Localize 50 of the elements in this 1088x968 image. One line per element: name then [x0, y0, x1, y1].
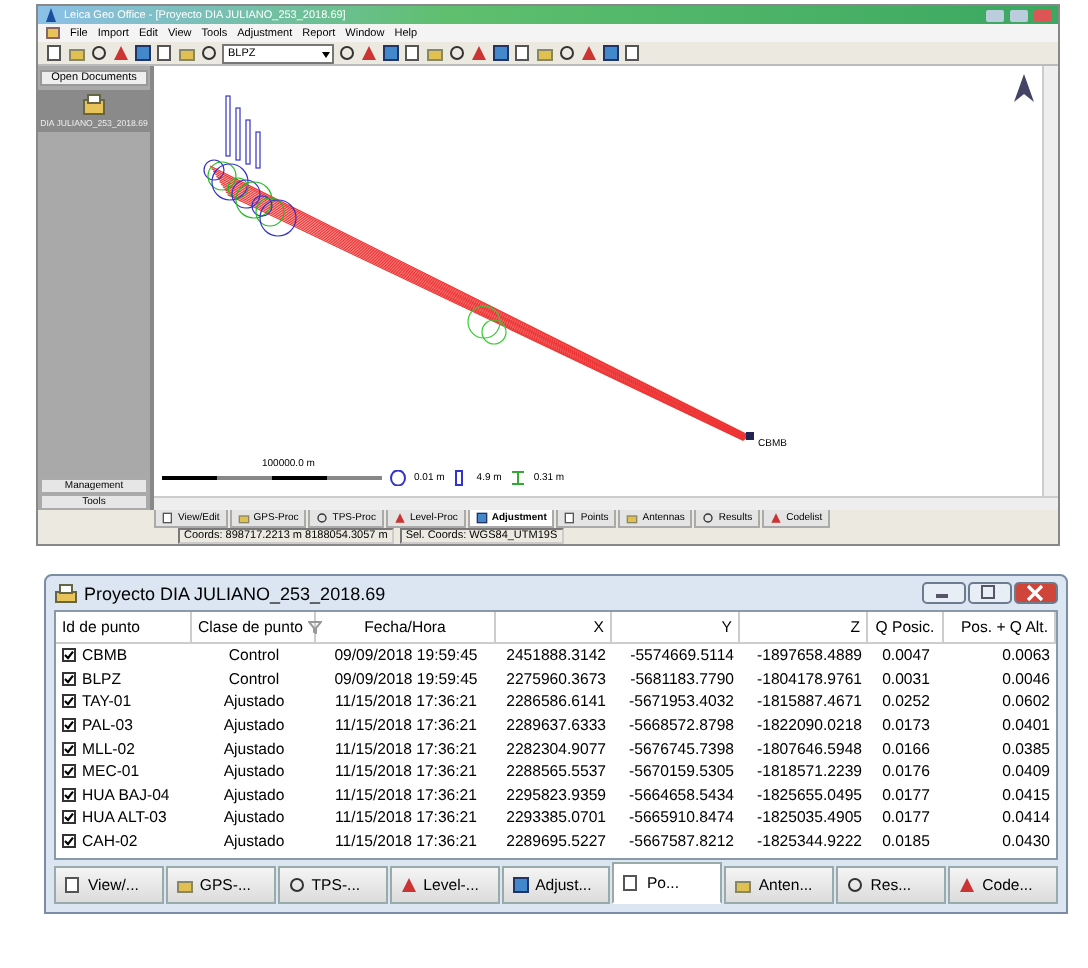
page-icon — [564, 512, 577, 524]
triangle-icon — [393, 512, 406, 524]
scrollbar[interactable] — [1042, 66, 1058, 496]
square-icon[interactable] — [602, 44, 620, 62]
project-icon — [82, 94, 106, 116]
page-icon — [64, 876, 82, 895]
height-icon — [509, 470, 526, 486]
square-icon[interactable] — [492, 44, 510, 62]
folder-icon — [734, 876, 753, 895]
triangle-icon — [770, 512, 783, 524]
close-button[interactable] — [1014, 582, 1058, 604]
page-icon[interactable] — [404, 44, 422, 62]
window-title: Proyecto DIA JULIANO_253_2018.69 — [84, 583, 388, 603]
page-icon — [622, 874, 641, 893]
page-icon[interactable] — [46, 44, 64, 62]
folder-icon — [175, 876, 194, 895]
folder-icon — [237, 512, 250, 524]
page-icon[interactable] — [156, 44, 174, 62]
scrollbar[interactable] — [154, 496, 1058, 510]
page-icon[interactable] — [514, 44, 532, 62]
checkbox[interactable] — [62, 694, 76, 709]
checkbox[interactable] — [62, 834, 76, 849]
triangle-icon[interactable] — [112, 44, 130, 62]
square-icon[interactable] — [134, 44, 152, 62]
checkbox[interactable] — [62, 648, 76, 663]
project-icon — [54, 583, 78, 603]
checkbox[interactable] — [62, 718, 76, 733]
square-icon — [475, 512, 488, 524]
bar-icon — [452, 470, 469, 486]
filter-icon[interactable] — [308, 620, 323, 634]
triangle-icon — [399, 876, 418, 895]
caret-icon — [320, 47, 332, 59]
folder-icon — [626, 512, 639, 524]
maximize-button[interactable] — [968, 582, 1012, 604]
checkbox[interactable] — [62, 787, 76, 802]
checkbox[interactable] — [62, 741, 76, 756]
square-icon — [511, 876, 530, 895]
minimize-button[interactable] — [922, 582, 966, 604]
document-icon — [46, 26, 60, 40]
checkbox[interactable] — [62, 764, 76, 779]
triangle-icon[interactable] — [360, 44, 378, 62]
checkbox[interactable] — [62, 810, 76, 825]
page-icon[interactable] — [624, 44, 642, 62]
north-arrow-icon — [1014, 74, 1034, 102]
triangle-icon — [958, 876, 977, 895]
triangle-icon[interactable] — [580, 44, 598, 62]
triangle-icon[interactable] — [470, 44, 488, 62]
checkbox[interactable] — [62, 671, 76, 686]
page-icon — [162, 512, 174, 524]
square-icon[interactable] — [382, 44, 400, 62]
